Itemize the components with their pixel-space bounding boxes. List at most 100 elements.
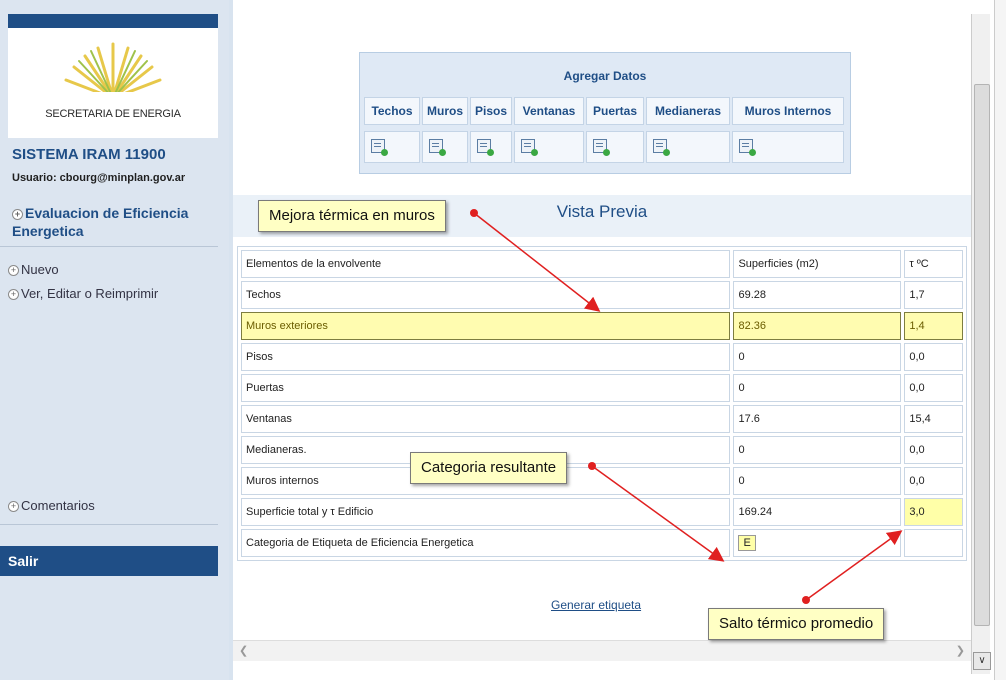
nav-comentarios[interactable]: + Comentarios (8, 498, 95, 513)
sun-logo-icon (58, 42, 168, 100)
category-value-cell: E (733, 529, 902, 557)
category-label-cell: Categoria de Etiqueta de Eficiencia Ener… (241, 529, 731, 557)
logo-text: SECRETARIA DE ENERGIA (45, 108, 181, 120)
element-cell: Puertas (241, 374, 731, 402)
header-cell: Elementos de la envolvente (241, 250, 731, 278)
horizontal-scrollbar[interactable]: ❮ ❯ (233, 640, 971, 661)
add-muros-button[interactable] (422, 131, 468, 163)
col-ventanas: Ventanas (514, 97, 584, 125)
sidebar: SECRETARIA DE ENERGIA SISTEMA IRAM 11900… (0, 0, 229, 680)
expand-icon: + (8, 289, 19, 300)
header-cell: τ ºC (904, 250, 963, 278)
tau-total-value: 3,0 (909, 506, 925, 518)
col-pisos: Pisos (470, 97, 512, 125)
preview-table: Elementos de la envolvente Superficies (… (237, 246, 967, 561)
add-record-icon (653, 139, 670, 156)
tau-cell: 0,0 (904, 374, 963, 402)
expand-icon: + (8, 265, 19, 276)
nav-label: Ver, Editar o Reimprimir (21, 286, 159, 301)
add-record-icon (593, 139, 610, 156)
col-medianeras: Medianeras (646, 97, 730, 125)
surface-cell: 0 (733, 343, 902, 371)
add-record-icon (477, 139, 494, 156)
element-cell: Techos (241, 281, 731, 309)
element-cell: Superficie total y τ Edificio (241, 498, 731, 526)
table-row-category: Categoria de Etiqueta de Eficiencia Ener… (241, 529, 963, 557)
add-puertas-button[interactable] (586, 131, 644, 163)
tau-cell: 1,7 (904, 281, 963, 309)
add-pisos-button[interactable] (470, 131, 512, 163)
add-data-panel: Agregar Datos Techos Muros Pisos Ventana… (359, 52, 851, 174)
tau-cell: 0,0 (904, 467, 963, 495)
add-medianeras-button[interactable] (646, 131, 730, 163)
outer-scrollbar[interactable] (994, 0, 1006, 680)
table-row-highlighted: Muros exteriores 82.36 1,4 (241, 312, 963, 340)
surface-cell: 0 (733, 374, 902, 402)
sidebar-top-bar (8, 14, 218, 28)
section-evaluacion[interactable]: + Evaluacion de Eficiencia Energetica (12, 204, 218, 240)
scroll-down-icon[interactable]: ∨ (973, 652, 991, 670)
surface-cell: 82.36 (733, 312, 902, 340)
divider (0, 524, 218, 525)
add-record-icon (371, 139, 388, 156)
system-title: SISTEMA IRAM 11900 (12, 146, 166, 163)
category-badge: E (738, 535, 756, 551)
surface-cell: 17.6 (733, 405, 902, 433)
add-ventanas-button[interactable] (514, 131, 584, 163)
nav-nuevo[interactable]: + Nuevo (8, 262, 59, 277)
scroll-right-icon[interactable]: ❯ (956, 644, 965, 657)
scroll-left-icon[interactable]: ❮ (239, 644, 248, 657)
surface-cell: 0 (733, 467, 902, 495)
tau-cell: 0,0 (904, 436, 963, 464)
add-record-icon (521, 139, 538, 156)
secretaria-logo: SECRETARIA DE ENERGIA (8, 36, 218, 130)
tau-cell: 0,0 (904, 343, 963, 371)
table-row: Ventanas 17.6 15,4 (241, 405, 963, 433)
element-cell: Ventanas (241, 405, 731, 433)
add-data-title: Agregar Datos (563, 69, 647, 83)
table-row: Puertas 0 0,0 (241, 374, 963, 402)
add-data-header-row: Techos Muros Pisos Ventanas Puertas Medi… (364, 97, 846, 125)
callout-category: Categoria resultante (410, 452, 568, 484)
col-muros: Muros (422, 97, 468, 125)
scroll-thumb[interactable] (974, 84, 990, 626)
add-data-icon-row (364, 131, 846, 163)
tau-cell: 3,0 (904, 498, 963, 526)
main-content: Agregar Datos Techos Muros Pisos Ventana… (229, 0, 971, 680)
add-record-icon (739, 139, 756, 156)
surface-cell: 0 (733, 436, 902, 464)
col-muros-internos: Muros Internos (732, 97, 844, 125)
surface-cell: 169.24 (733, 498, 902, 526)
divider (0, 246, 218, 247)
generate-label-link[interactable]: Generar etiqueta (551, 598, 641, 612)
tau-cell: 15,4 (904, 405, 963, 433)
user-line: Usuario: cbourg@minplan.gov.ar (12, 172, 186, 184)
table-row: Pisos 0 0,0 (241, 343, 963, 371)
nav-label: Nuevo (21, 262, 59, 277)
callout-walls: Mejora térmica en muros (258, 200, 446, 232)
empty-cell (904, 529, 963, 557)
table-row-total: Superficie total y τ Edificio 169.24 3,0 (241, 498, 963, 526)
element-cell: Muros exteriores (241, 312, 731, 340)
logout-button[interactable]: Salir (0, 546, 218, 576)
surface-cell: 69.28 (733, 281, 902, 309)
table-header-row: Elementos de la envolvente Superficies (… (241, 250, 963, 278)
expand-icon: + (8, 501, 19, 512)
section-label: Evaluacion de Eficiencia Energetica (12, 205, 189, 239)
col-techos: Techos (364, 97, 420, 125)
table-row: Techos 69.28 1,7 (241, 281, 963, 309)
add-muros-internos-button[interactable] (732, 131, 844, 163)
vertical-scrollbar[interactable]: ∨ (971, 14, 991, 674)
expand-icon: + (12, 209, 23, 220)
table-row: Muros internos 0 0,0 (241, 467, 963, 495)
logo-area: SECRETARIA DE ENERGIA (8, 28, 218, 138)
add-techos-button[interactable] (364, 131, 420, 163)
table-row: Medianeras. 0 0,0 (241, 436, 963, 464)
nav-ver-editar[interactable]: + Ver, Editar o Reimprimir (8, 286, 158, 301)
add-record-icon (429, 139, 446, 156)
header-cell: Superficies (m2) (733, 250, 902, 278)
nav-label: Comentarios (21, 498, 95, 513)
tau-cell: 1,4 (904, 312, 963, 340)
callout-thermal: Salto térmico promedio (708, 608, 885, 640)
col-puertas: Puertas (586, 97, 644, 125)
